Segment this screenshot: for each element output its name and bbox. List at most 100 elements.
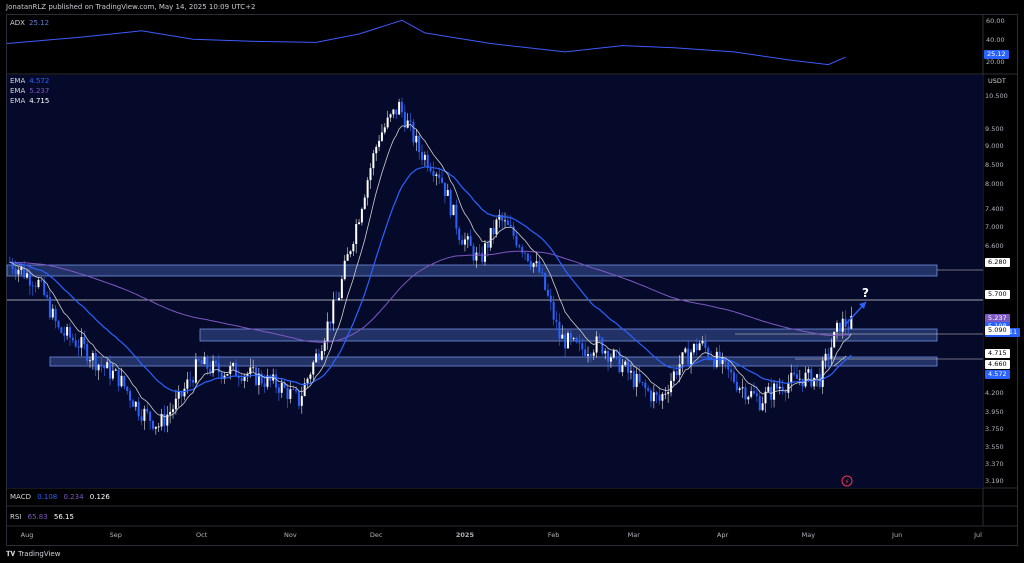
candle xyxy=(463,239,466,245)
candle xyxy=(395,109,398,115)
x-axis-label: Sep xyxy=(109,531,122,539)
price-axis-tick: 6.600 xyxy=(985,242,1004,251)
price-axis-tick: 4.660 xyxy=(985,359,1010,369)
candle xyxy=(194,359,197,383)
candle xyxy=(129,391,132,401)
rsi-ma: 56.15 xyxy=(53,513,74,521)
candle xyxy=(506,220,509,225)
candle xyxy=(587,354,590,356)
x-axis-label: Feb xyxy=(547,531,560,539)
candle xyxy=(575,338,578,343)
candle xyxy=(423,154,426,160)
candle xyxy=(252,367,255,369)
candle xyxy=(678,364,681,376)
candle xyxy=(652,392,655,402)
candle xyxy=(60,327,63,334)
price-axis-tick: 3.750 xyxy=(985,425,1004,434)
x-axis-label: May xyxy=(801,531,816,539)
candle xyxy=(449,190,452,216)
price-axis-tick: 3.370 xyxy=(985,459,1004,468)
candle xyxy=(378,140,381,147)
candle xyxy=(126,386,129,392)
candle xyxy=(810,369,813,387)
candle xyxy=(481,253,484,262)
candle xyxy=(767,386,770,392)
candle xyxy=(31,285,34,287)
candle xyxy=(389,114,392,118)
candle xyxy=(106,362,109,369)
macd-signal: 0.234 xyxy=(63,493,84,501)
x-axis-label: Jun xyxy=(892,531,903,539)
candle xyxy=(74,340,77,347)
price-axis-tick: 4.200 xyxy=(985,388,1004,397)
candle xyxy=(787,382,790,393)
candle xyxy=(146,408,149,412)
lightning-glyph: ⚡ xyxy=(845,478,850,486)
candle xyxy=(386,117,389,128)
candle xyxy=(403,112,406,128)
candle xyxy=(555,319,558,322)
candle xyxy=(775,383,778,389)
candle xyxy=(151,420,154,429)
candle xyxy=(798,378,801,380)
x-axis-label: Nov xyxy=(284,531,297,539)
candle xyxy=(71,337,74,341)
candle xyxy=(229,366,232,375)
candle xyxy=(738,388,741,391)
candle xyxy=(297,391,300,406)
candle xyxy=(14,269,17,275)
candle xyxy=(544,272,547,290)
candle xyxy=(535,261,538,264)
candle xyxy=(758,396,761,411)
adx-name: ADX xyxy=(10,19,25,27)
currency-label[interactable]: USDT xyxy=(988,77,1006,85)
price-axis-tick: 8.500 xyxy=(985,160,1004,169)
candle xyxy=(795,374,798,379)
candle xyxy=(589,354,592,356)
candle xyxy=(355,223,358,244)
candle xyxy=(478,252,481,254)
macd-label: MACD 0.108 0.234 0.126 xyxy=(10,493,110,501)
candle xyxy=(813,377,816,387)
candle xyxy=(214,360,217,364)
candle xyxy=(684,348,687,353)
x-axis-label: Aug xyxy=(20,531,34,539)
candle xyxy=(546,289,549,296)
candle xyxy=(492,227,495,235)
candle xyxy=(54,308,57,322)
candle xyxy=(346,254,349,261)
candle xyxy=(515,235,518,246)
candle xyxy=(584,349,587,356)
candle xyxy=(17,269,20,275)
candle xyxy=(43,280,46,296)
candle xyxy=(40,279,43,281)
candle xyxy=(578,342,581,344)
candle xyxy=(154,426,157,429)
candle xyxy=(57,321,60,328)
candle xyxy=(435,174,438,177)
candle xyxy=(569,333,572,339)
candle xyxy=(598,336,601,339)
chart-canvas[interactable]: ? ⚡ xyxy=(0,0,1024,563)
macd-value: 0.108 xyxy=(37,493,58,501)
x-axis-label: Apr xyxy=(716,531,729,539)
candle xyxy=(469,236,472,246)
candle xyxy=(664,393,667,395)
candle xyxy=(117,369,120,387)
candle xyxy=(667,392,670,394)
candle xyxy=(558,321,561,339)
candle xyxy=(143,408,146,421)
candle xyxy=(174,398,177,410)
candle xyxy=(140,416,143,421)
candle xyxy=(784,391,787,393)
candle xyxy=(360,208,363,223)
candle xyxy=(841,318,844,332)
candle xyxy=(526,253,529,262)
tradingview-brand[interactable]: 𝐓𝐕 TradingView xyxy=(6,547,60,561)
candle xyxy=(681,352,684,365)
candle xyxy=(429,167,432,172)
candle xyxy=(707,348,710,357)
candle xyxy=(111,370,114,379)
candle xyxy=(824,353,827,361)
candle xyxy=(815,374,818,378)
